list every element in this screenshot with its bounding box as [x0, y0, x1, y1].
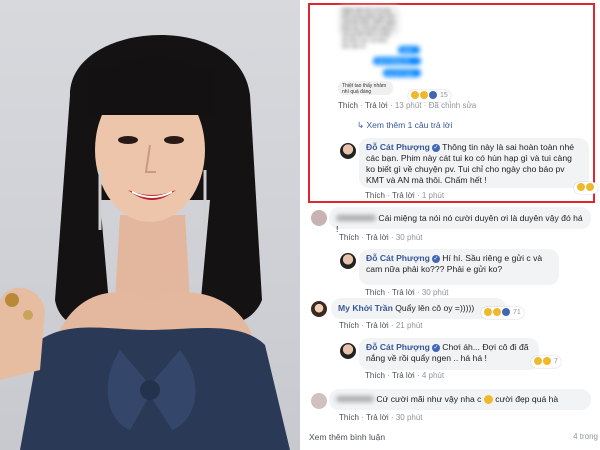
comment-bubble: Đỗ Cát Phượng ✓ Thông tin này là sai hoàn… [359, 138, 589, 188]
see-more-replies-link[interactable]: ↳ Xem thêm 1 câu trả lời [357, 120, 452, 131]
avatar[interactable] [311, 393, 327, 409]
like-reaction-icon [429, 91, 437, 100]
avatar[interactable] [340, 143, 356, 159]
reply-link[interactable]: Trả lời [392, 371, 415, 380]
comment-bubble: Cái miệng ta nói nó cười duyên ơi là duy… [329, 207, 591, 234]
like-link[interactable]: Thích [365, 371, 385, 380]
comment-actions: Thích · Trả lời · 13 phút · Đã chỉnh sửa [338, 101, 477, 110]
wow-reaction-icon [420, 91, 428, 100]
comment-actions: Thích · Trả lời · 30 phút [365, 288, 449, 297]
like-link[interactable]: Thích [339, 413, 359, 422]
haha-reaction-icon [577, 183, 585, 192]
reaction-count: 7 [553, 358, 558, 365]
verified-badge-icon: ✓ [431, 143, 440, 152]
commenter-name[interactable]: Đỗ Cát Phượng [366, 142, 430, 152]
reply-link[interactable]: Trả lời [392, 288, 415, 297]
comment-actions: Thích · Trả lời · 4 phút [365, 371, 445, 380]
message-bubble: vậy là đúng rồi chứ nhau [373, 57, 421, 71]
timestamp: 4 phút [421, 371, 445, 380]
comment-bubble: Đỗ Cát Phượng ✓ Chơi áh... Đợi cô đi đã n… [359, 338, 539, 370]
avatar[interactable] [340, 343, 356, 359]
see-more-comments-link[interactable]: Xem thêm bình luận [309, 432, 385, 442]
like-link[interactable]: Thích [338, 101, 358, 110]
see-more-replies-label: Xem thêm 1 câu trả lời [366, 120, 453, 130]
message-bubble: Thiệt tao thấy nhảm nhí quá đáng [338, 81, 393, 95]
like-link[interactable]: Thích [365, 288, 385, 297]
portrait-illustration [0, 34, 290, 450]
reaction-summary[interactable] [574, 182, 598, 194]
comment-actions: Thích · Trả lời · 30 phút [339, 233, 423, 242]
reaction-count: 71 [512, 309, 521, 316]
haha-reaction-icon [534, 357, 542, 366]
commenter-name[interactable]: Đỗ Cát Phượng [366, 253, 430, 263]
avatar[interactable] [311, 210, 327, 226]
timestamp: 30 phút [421, 288, 449, 297]
reply-link[interactable]: Trả lời [366, 233, 389, 242]
message-bubble: quán [398, 46, 420, 54]
comment-bubble: Đỗ Cát Phượng ✓ Hí hí. Sầu riêng e gửi c … [359, 249, 559, 285]
commenter-name[interactable] [336, 215, 376, 221]
reply-link[interactable]: Trả lời [365, 101, 388, 110]
reply-link[interactable]: Trả lời [366, 413, 389, 422]
comment-actions: Thích · Trả lời · 1 phút [365, 191, 445, 200]
haha-reaction-icon [484, 308, 492, 317]
comment-bubble: My Khởi Trần Quẩy lên cô oy =))))) [331, 298, 506, 319]
comment-actions: Thích · Trả lời · 21 phút [339, 321, 423, 330]
comment-text: cười đẹp quá hà [495, 394, 559, 404]
commenter-name[interactable]: My Khởi Trần [338, 303, 393, 313]
haha-reaction-icon [411, 91, 419, 100]
wow-reaction-icon [586, 183, 594, 192]
like-link[interactable]: Thích [365, 191, 385, 200]
portrait-photo [0, 0, 300, 450]
message-bubble: và cả P quá ghê [383, 69, 421, 83]
wow-reaction-icon [493, 308, 501, 317]
reply-link[interactable]: Trả lời [366, 321, 389, 330]
heart-eyes-emoji-icon [483, 395, 493, 405]
wow-reaction-icon [543, 357, 551, 366]
comment-actions: Thích · Trả lời · 30 phút [339, 413, 423, 422]
comment-text: Quẩy lên cô oy =))))) [395, 303, 475, 313]
message-bubble: Nghe bảo bà có là giọ trên trong phim nà… [338, 6, 400, 50]
verified-badge-icon: ✓ [431, 343, 440, 352]
messenger-screenshot: Nghe bảo bà có là giọ trên trong phim nà… [338, 6, 423, 96]
like-link[interactable]: Thích [339, 233, 359, 242]
timestamp: 13 phút [394, 101, 422, 110]
edited-label: Đã chỉnh sửa [428, 101, 477, 110]
timestamp: 30 phút [395, 413, 423, 422]
comment-count: 4 trong [573, 432, 598, 441]
verified-badge-icon: ✓ [431, 254, 440, 263]
reaction-summary[interactable]: 7 [531, 356, 561, 368]
facebook-comments-panel: Nghe bảo bà có là giọ trên trong phim nà… [303, 0, 600, 450]
commenter-name[interactable] [336, 396, 374, 402]
timestamp: 30 phút [395, 233, 423, 242]
commenter-name[interactable]: Đỗ Cát Phượng [366, 342, 430, 352]
reaction-summary[interactable]: 71 [481, 307, 524, 319]
like-reaction-icon [502, 308, 510, 317]
timestamp: 1 phút [421, 191, 445, 200]
comment-text: Cứ cười mãi như vậy nha c [376, 394, 482, 404]
timestamp: 21 phút [395, 321, 423, 330]
comment-bubble: Cứ cười mãi như vậy nha c cười đẹp quá h… [329, 389, 591, 410]
reply-link[interactable]: Trả lời [392, 191, 415, 200]
like-link[interactable]: Thích [339, 321, 359, 330]
avatar[interactable] [340, 253, 356, 269]
avatar[interactable] [311, 301, 327, 317]
reaction-count: 15 [439, 92, 448, 99]
